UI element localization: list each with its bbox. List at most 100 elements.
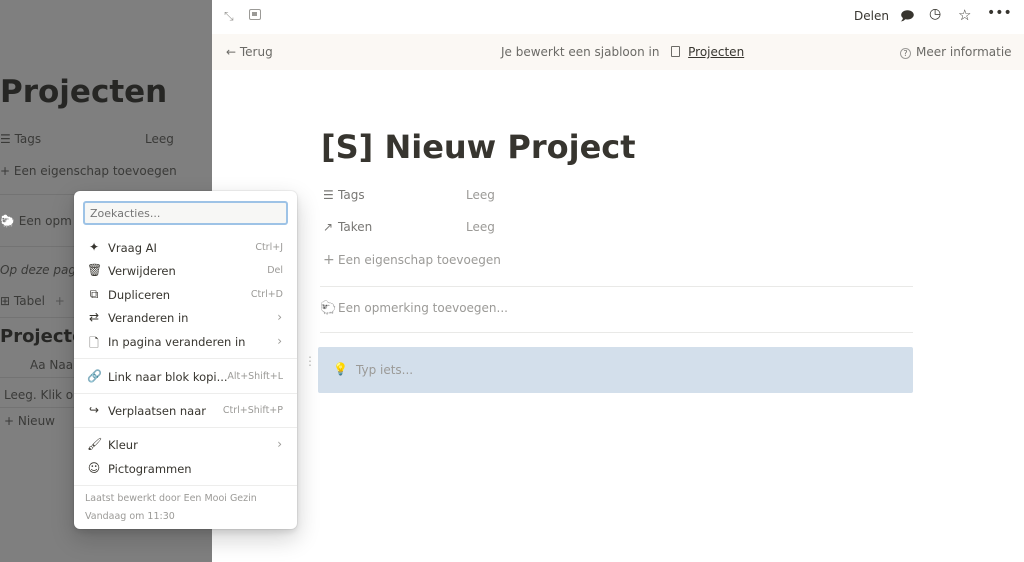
search-actions-input[interactable] — [83, 201, 288, 225]
property-row-taken[interactable]: ↗ Taken Leeg — [323, 220, 495, 234]
list-icon: ☰ — [323, 188, 334, 202]
property-label: Taken — [338, 220, 373, 234]
block-placeholder: Typ iets... — [356, 363, 414, 377]
menu-item-shortcut: Alt+Shift+L — [227, 371, 283, 382]
more-options-icon[interactable]: ••• — [987, 5, 1012, 21]
divider — [320, 286, 913, 287]
template-panel: ⤡ Delen 🗩 ◷ ☆ ••• ← Terug Je bewerkt een… — [212, 0, 1024, 562]
menu-item-delete[interactable]: 🗑 Verwijderen Del — [78, 260, 293, 282]
plus-icon: + — [323, 252, 335, 268]
sparkle-icon: ✦ — [88, 240, 100, 254]
avatar: 🐑 — [0, 214, 19, 228]
property-value[interactable]: Leeg — [466, 220, 495, 234]
more-info-link[interactable]: ? Meer informatie — [900, 45, 1012, 59]
menu-item-copy-link[interactable]: 🔗 Link naar blok kopi... Alt+Shift+L — [78, 366, 293, 388]
add-property-button[interactable]: + Een eigenschap toevoegen — [323, 252, 501, 268]
comment-placeholder: Een opmerking toevoegen... — [338, 301, 508, 315]
table-icon: ⊞ — [0, 294, 14, 308]
move-arrow-icon: ↪ — [88, 403, 100, 417]
divider — [320, 332, 913, 333]
menu-item-shortcut: Ctrl+D — [250, 289, 283, 300]
menu-item-color[interactable]: 🖌 Kleur › — [78, 434, 293, 456]
share-button[interactable]: Delen — [854, 9, 889, 23]
turn-into-icon: ⇄ — [88, 310, 100, 324]
background-comment: 🐑 Een opm — [0, 214, 72, 228]
background-prop-value: Leeg — [145, 132, 174, 146]
last-edited-by: Laatst bewerkt door Een Mooi Gezin — [85, 493, 257, 504]
menu-item-label: Verwijderen — [108, 264, 176, 278]
avatar: 🐑 — [320, 301, 337, 316]
background-page-title: Projecten — [0, 74, 168, 110]
menu-divider — [74, 393, 297, 394]
property-row-tags[interactable]: ☰ Tags Leeg — [323, 188, 495, 202]
menu-item-turn-into[interactable]: ⇄ Veranderen in › — [78, 307, 293, 329]
template-database-link[interactable]: Projecten — [688, 45, 744, 59]
background-column-name: Aa Naar — [30, 358, 78, 372]
chevron-right-icon: › — [277, 310, 282, 324]
back-button[interactable]: ← Terug — [226, 45, 273, 59]
menu-item-duplicate[interactable]: ⧉ Dupliceren Ctrl+D — [78, 284, 293, 306]
selected-text-block[interactable]: 💡 Typ iets... — [318, 347, 913, 393]
background-prop-label: Tags — [14, 132, 42, 146]
menu-divider — [74, 485, 297, 486]
favorite-star-icon[interactable]: ☆ — [958, 6, 971, 24]
expand-icon[interactable]: ⤡ — [224, 9, 234, 24]
background-add-property: + Een eigenschap toevoegen — [0, 164, 177, 178]
property-value[interactable]: Leeg — [466, 188, 495, 202]
template-editing-notice: Je bewerkt een sjabloon in Projecten — [501, 45, 744, 59]
paint-roller-icon: 🖌 — [87, 437, 103, 451]
menu-item-label: Vraag AI — [108, 241, 157, 255]
plus-icon: + — [0, 164, 14, 178]
menu-item-label: Veranderen in — [108, 311, 189, 325]
duplicate-icon: ⧉ — [89, 287, 99, 301]
peek-mode-icon[interactable] — [249, 9, 261, 20]
smiley-icon: ☺ — [87, 461, 101, 475]
background-comment-label: Een opm — [18, 214, 72, 228]
block-actions-menu: ✦ Vraag AI Ctrl+J 🗑 Verwijderen Del ⧉ Du… — [74, 191, 297, 529]
page-icon: 🗋 — [89, 336, 99, 350]
menu-item-icons[interactable]: ☺ Pictogrammen — [78, 458, 293, 480]
relation-arrow-icon: ↗ — [323, 220, 334, 234]
help-icon: ? — [900, 48, 911, 59]
menu-item-turn-into-page[interactable]: 🗋 In pagina veranderen in › — [78, 331, 293, 353]
link-icon: 🔗 — [87, 369, 102, 383]
lightbulb-icon: 💡 — [333, 362, 348, 376]
menu-item-shortcut: Del — [267, 265, 283, 276]
menu-item-move-to[interactable]: ↪ Verplaatsen naar Ctrl+Shift+P — [78, 400, 293, 422]
background-new-row: + Nieuw — [4, 414, 55, 428]
background-view-tabs: ⊞ Tabel + — [0, 294, 65, 308]
add-comment-field[interactable]: 🐑 Een opmerking toevoegen... — [320, 301, 508, 316]
background-on-page: Op deze pag — [0, 263, 76, 277]
back-button-label: Terug — [239, 45, 273, 59]
menu-item-shortcut: Ctrl+J — [255, 242, 283, 253]
menu-item-label: Link naar blok kopi... — [108, 370, 228, 384]
background-view-add: + — [54, 294, 65, 308]
template-editing-text: Je bewerkt een sjabloon in — [501, 45, 660, 59]
more-info-label: Meer informatie — [916, 45, 1012, 59]
panel-topbar: ⤡ Delen 🗩 ◷ ☆ ••• — [212, 0, 1024, 34]
menu-divider — [74, 427, 297, 428]
background-empty-text: Leeg. Klik om — [4, 388, 85, 402]
chevron-right-icon: › — [277, 437, 282, 451]
menu-divider — [74, 358, 297, 359]
list-icon: ☰ — [0, 132, 15, 146]
last-edited-time: Vandaag om 11:30 — [85, 511, 175, 522]
menu-item-label: Kleur — [108, 438, 138, 452]
menu-item-shortcut: Ctrl+Shift+P — [222, 405, 283, 416]
history-icon[interactable]: ◷ — [929, 6, 941, 22]
menu-item-label: Pictogrammen — [108, 462, 192, 476]
background-prop-tags: ☰ Tags Leeg — [0, 132, 174, 146]
property-label: Tags — [338, 188, 365, 202]
add-property-label: Een eigenschap toevoegen — [338, 253, 501, 267]
background-add-property-label: Een eigenschap toevoegen — [13, 164, 177, 178]
template-banner: ← Terug Je bewerkt een sjabloon in Proje… — [212, 34, 1024, 70]
arrow-left-icon: ← — [226, 45, 240, 59]
trash-icon: 🗑 — [87, 263, 103, 277]
menu-item-ask-ai[interactable]: ✦ Vraag AI Ctrl+J — [78, 237, 293, 259]
menu-item-label: Dupliceren — [108, 288, 171, 302]
chevron-right-icon: › — [277, 334, 282, 348]
menu-item-label: Verplaatsen naar — [108, 404, 206, 418]
page-icon — [671, 46, 681, 57]
page-title[interactable]: [S] Nieuw Project — [321, 128, 636, 166]
comments-icon[interactable]: 🗩 — [900, 7, 914, 29]
